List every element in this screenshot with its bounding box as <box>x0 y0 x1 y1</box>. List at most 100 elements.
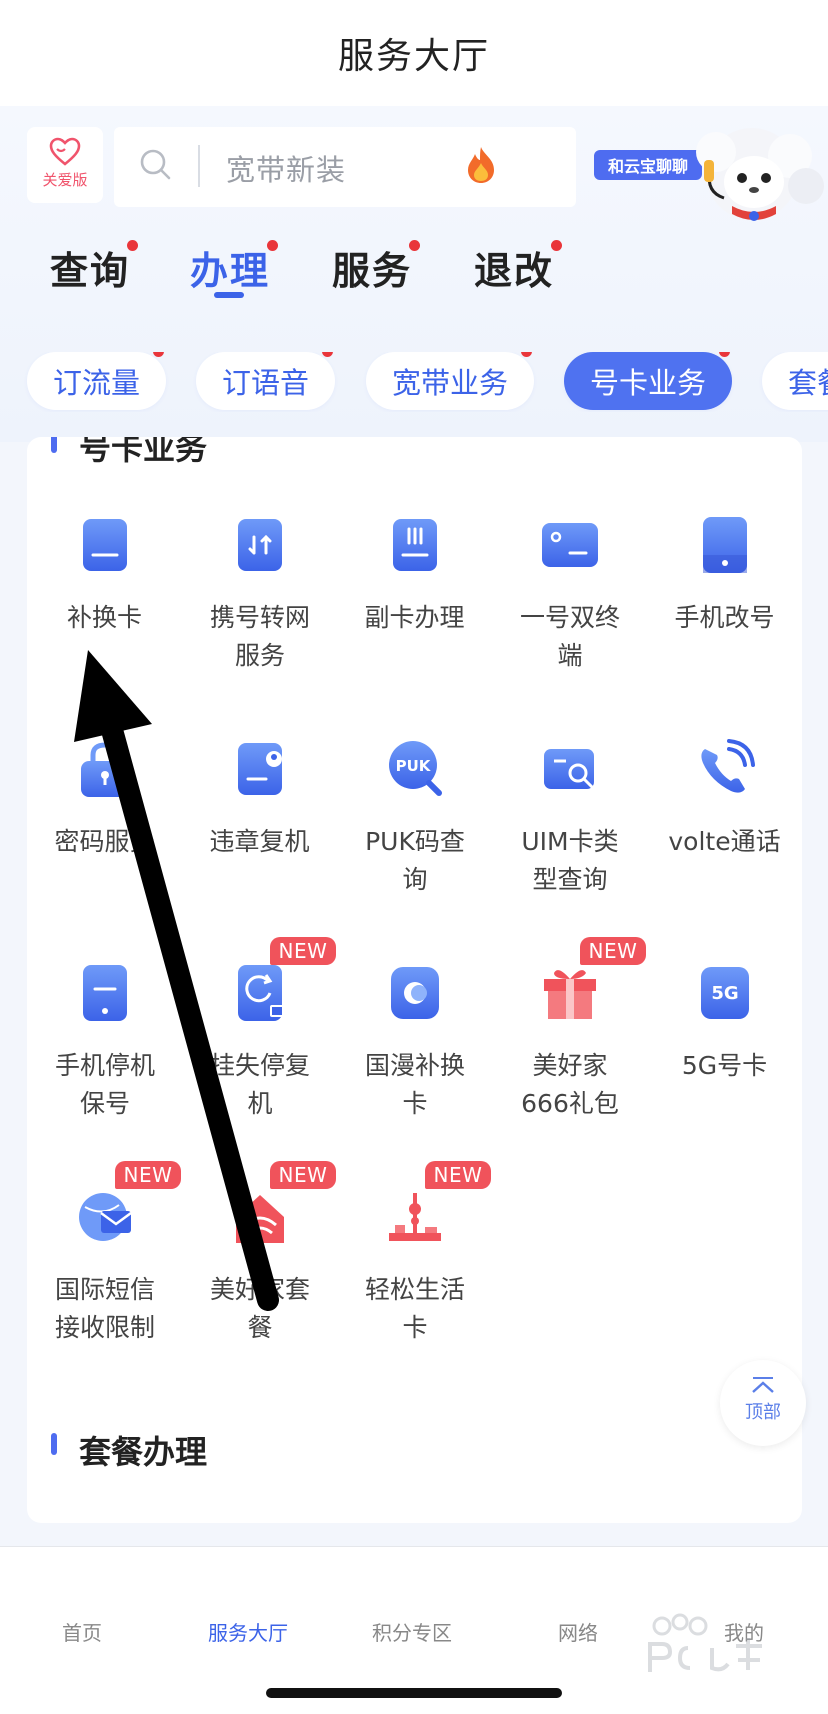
section-title: 号卡业务 <box>79 437 208 467</box>
5g-icon: 5G <box>700 967 749 1019</box>
chip-label: 订流量 <box>53 366 141 400</box>
service-card: 号卡业务 补换卡 携号转网服务 副卡办理 一号双终端 手机改号 密码服务 违章复… <box>27 437 802 1523</box>
lock-icon <box>80 742 129 797</box>
grid-item-label: 挂失停复机 <box>210 1051 311 1118</box>
grid-item-port-number[interactable]: 携号转网服务 <box>182 515 337 675</box>
grid-item-label: 国际短信接收限制 <box>55 1275 156 1342</box>
tab-label: 网络 <box>558 1621 598 1645</box>
suspend-icon <box>82 965 127 1021</box>
app-header: 服务大厅 <box>0 0 828 106</box>
report-loss-icon <box>237 965 284 1021</box>
chip-broadband[interactable]: 宽带业务 <box>366 352 535 410</box>
grid-item-report-loss[interactable]: NEW 挂失停复机 <box>182 937 337 1123</box>
back-to-top-button[interactable]: 顶部 <box>720 1360 806 1446</box>
mascot-icon[interactable] <box>680 122 826 234</box>
grid-item-home-package[interactable]: NEW 美好家套餐 <box>182 1161 337 1347</box>
notification-dot <box>322 352 334 357</box>
grid-item-label: 美好家666礼包 <box>521 1051 619 1118</box>
care-mode-button[interactable]: 关爱版 <box>27 127 103 203</box>
notification-dot <box>551 240 563 251</box>
grid-item-label: 一号双终端 <box>520 603 621 670</box>
search-divider <box>198 145 200 187</box>
subcategory-chips: 订流量 订语音 宽带业务 号卡业务 套餐 <box>0 352 828 412</box>
grid-item-change-number[interactable]: 手机改号 <box>647 515 802 637</box>
tab-points[interactable]: 积分专区 <box>352 1617 472 1646</box>
svg-text:PUK: PUK <box>395 757 431 775</box>
life-card-icon <box>388 1193 441 1241</box>
grid-item-5g-card[interactable]: 5G 5G号卡 <box>647 963 802 1085</box>
new-badge: NEW <box>114 1161 182 1189</box>
grid-item-sub-card[interactable]: 副卡办理 <box>337 515 492 637</box>
active-tab-underline <box>214 292 244 298</box>
puk-search-icon: PUK <box>388 741 442 796</box>
section-accent-bar <box>51 437 57 453</box>
roaming-icon <box>390 967 439 1019</box>
grid-item-dual-terminal[interactable]: 一号双终端 <box>492 515 647 675</box>
search-bar[interactable]: 宽带新装 <box>114 127 576 207</box>
tab-network[interactable]: 网络 <box>518 1617 638 1646</box>
grid-item-label: UIM卡类型查询 <box>521 827 619 894</box>
grid-item-replace-card[interactable]: 补换卡 <box>27 515 182 637</box>
category-tabs: 查询 办理 服务 退改 <box>0 240 828 310</box>
sim-card-icon <box>82 519 127 571</box>
heart-icon <box>49 137 81 166</box>
tab-home[interactable]: 首页 <box>22 1617 142 1646</box>
notification-dot <box>267 240 279 251</box>
grid-item-intl-sms[interactable]: NEW 国际短信接收限制 <box>27 1161 182 1347</box>
svg-text:5G: 5G <box>711 983 738 1004</box>
grid-item-suspend-keep[interactable]: 手机停机保号 <box>27 963 182 1123</box>
notification-dot <box>521 352 533 357</box>
home-indicator <box>266 1688 562 1698</box>
section-title: 套餐办理 <box>79 1433 208 1471</box>
intl-sms-icon <box>78 1193 132 1241</box>
baidu-watermark-icon <box>648 1613 762 1672</box>
chip-voice[interactable]: 订语音 <box>196 352 336 410</box>
grid-item-label: 轻松生活卡 <box>365 1275 466 1342</box>
grid-item-label: 携号转网服务 <box>210 603 311 670</box>
grid-item-puk-query[interactable]: PUK PUK码查询 <box>337 739 492 899</box>
grid-item-uim-query[interactable]: UIM卡类型查询 <box>492 739 647 899</box>
grid-item-password[interactable]: 密码服务 <box>27 739 182 861</box>
grid-item-label: PUK码查询 <box>365 827 465 894</box>
dual-terminal-icon <box>541 523 598 567</box>
chip-data[interactable]: 订流量 <box>27 352 167 410</box>
grid-item-volte[interactable]: volte通话 <box>647 739 802 861</box>
grid-item-gift-package[interactable]: NEW 美好家666礼包 <box>492 937 647 1123</box>
tab-label: 服务大厅 <box>208 1621 288 1645</box>
tab-query-label: 查询 <box>50 249 131 293</box>
tab-refund-label: 退改 <box>474 249 555 293</box>
search-placeholder: 宽带新装 <box>226 153 347 187</box>
card-search-icon <box>543 749 594 789</box>
grid-item-violation-restore[interactable]: 违章复机 <box>182 739 337 861</box>
home-package-icon <box>235 1195 284 1243</box>
tab-service-hall[interactable]: 服务大厅 <box>188 1617 308 1646</box>
grid-item-label: 补换卡 <box>66 603 142 632</box>
back-to-top-label: 顶部 <box>745 1402 781 1423</box>
chip-number-card[interactable]: 号卡业务 <box>564 352 733 410</box>
restore-icon <box>237 743 282 795</box>
grid-item-roaming-replace[interactable]: 国漫补换卡 <box>337 963 492 1123</box>
notification-dot <box>409 240 421 251</box>
grid-item-label: 密码服务 <box>54 827 155 856</box>
tab-query[interactable]: 查询 <box>50 240 139 295</box>
new-badge: NEW <box>269 1161 337 1189</box>
gift-icon <box>543 970 596 1019</box>
chip-label: 号卡业务 <box>590 366 707 400</box>
search-icon <box>140 149 171 180</box>
grid-item-label: volte通话 <box>668 827 781 856</box>
tab-refund[interactable]: 退改 <box>474 240 563 295</box>
tab-service-label: 服务 <box>332 249 413 293</box>
chip-package[interactable]: 套餐 <box>762 352 828 410</box>
grid-item-label: 手机改号 <box>674 603 775 632</box>
tab-service[interactable]: 服务 <box>332 240 421 295</box>
tab-handle[interactable]: 办理 <box>190 240 279 298</box>
notification-dot <box>127 240 139 251</box>
fire-icon <box>468 147 494 183</box>
phone-icon <box>702 517 747 573</box>
new-badge: NEW <box>269 937 337 965</box>
grid-item-label: 手机停机保号 <box>55 1051 156 1118</box>
tab-handle-label: 办理 <box>190 249 271 293</box>
transfer-icon <box>237 519 282 571</box>
grid-item-life-card[interactable]: NEW 轻松生活卡 <box>337 1161 492 1347</box>
call-icon <box>700 739 755 793</box>
